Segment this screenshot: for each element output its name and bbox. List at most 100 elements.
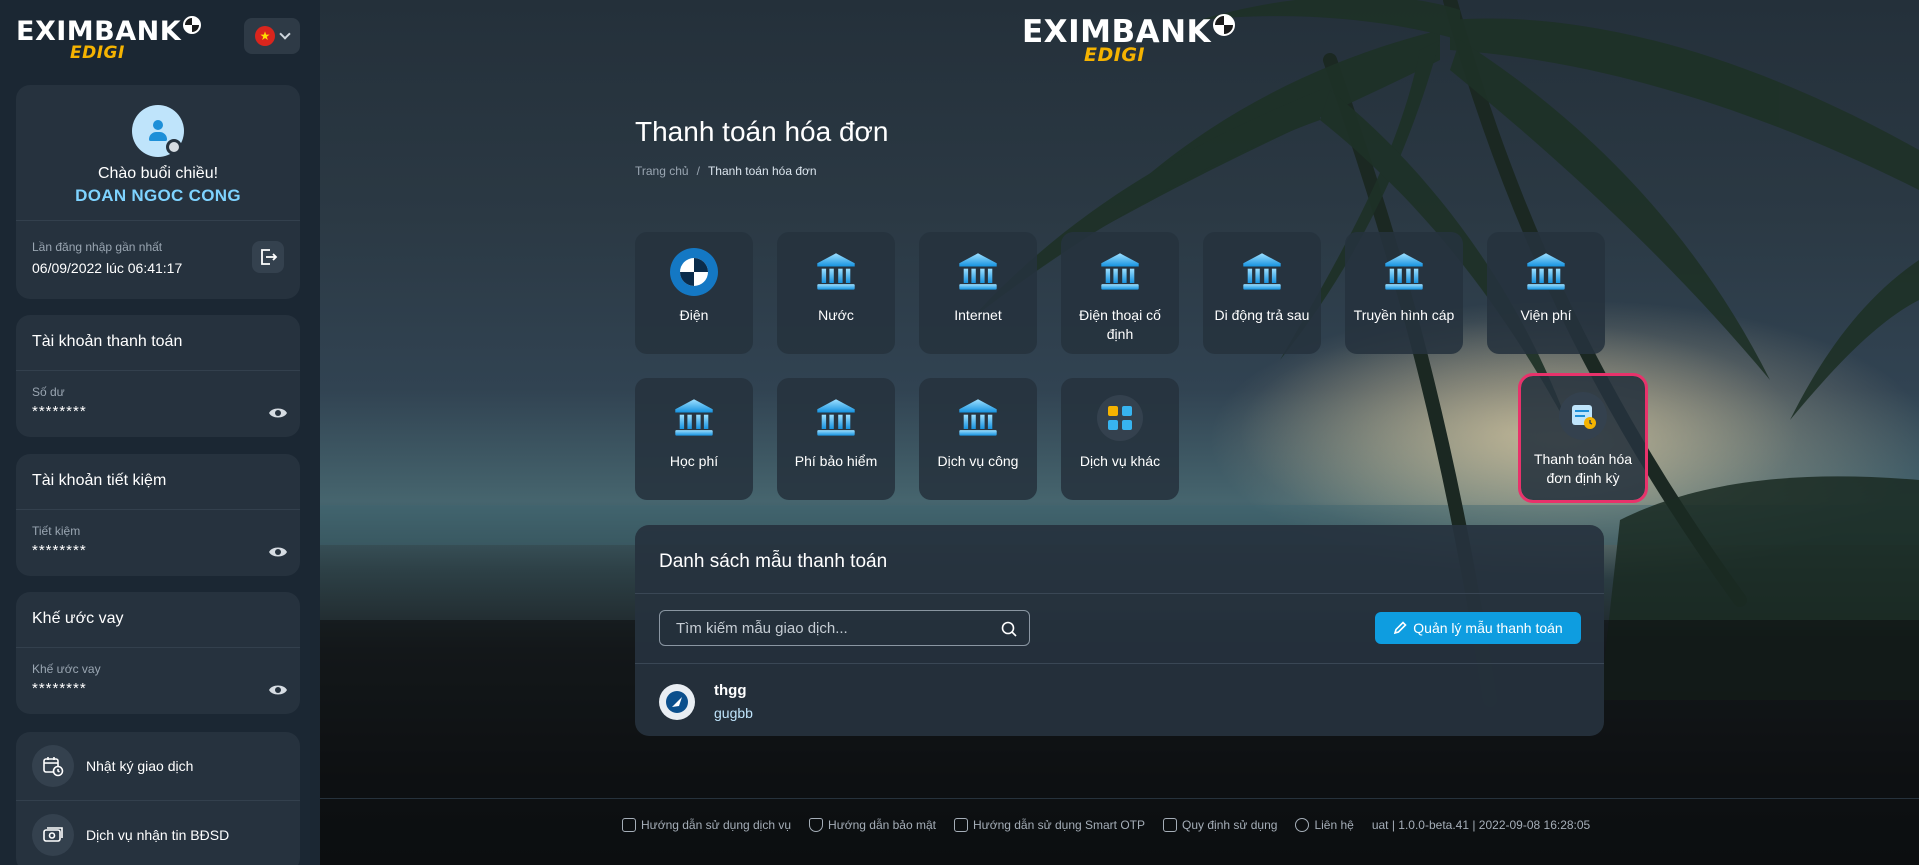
service-tile-tuition[interactable]: Học phí <box>635 378 753 500</box>
username: DOAN NGOC CONG <box>75 186 241 205</box>
eye-icon[interactable] <box>268 683 288 697</box>
menu-item-transaction-history[interactable]: Nhật ký giao dịch <box>16 732 300 800</box>
service-tile-other[interactable]: Dịch vụ khác <box>1061 378 1179 500</box>
breadcrumb: Trang chủ / Thanh toán hóa đơn <box>635 164 817 178</box>
bank-icon <box>1380 248 1428 296</box>
tile-label: Điện thoại cố định <box>1079 307 1161 342</box>
breadcrumb-home[interactable]: Trang chủ <box>635 164 689 178</box>
savings-account-card[interactable]: Tài khoản tiết kiệm Tiết kiệm ******** <box>16 454 300 576</box>
tile-label: Điện <box>679 307 709 323</box>
account-balance-masked: ******** <box>32 403 87 420</box>
breadcrumb-separator: / <box>696 164 700 178</box>
sidebar-menu: Nhật ký giao dịch Dịch vụ nhận tin BĐSD <box>16 732 300 865</box>
template-name: thgg <box>714 682 747 699</box>
search-icon[interactable] <box>1001 621 1017 637</box>
account-balance-masked: ******** <box>32 680 87 697</box>
document-icon <box>1163 818 1178 832</box>
money-icon <box>32 814 74 856</box>
scheduled-bill-icon <box>1559 392 1607 440</box>
eximbank-logo-icon <box>670 248 718 296</box>
avatar-badge-icon <box>166 139 182 155</box>
logout-button[interactable] <box>252 241 284 273</box>
chevron-down-icon <box>279 28 291 40</box>
phone-icon <box>954 818 968 832</box>
breadcrumb-current: Thanh toán hóa đơn <box>707 164 817 178</box>
template-sub: gugbb <box>714 705 753 721</box>
brand-ball-icon <box>183 16 202 34</box>
bank-icon <box>954 248 1002 296</box>
service-tile-cable-tv[interactable]: Truyền hình cáp <box>1345 232 1463 354</box>
main-content: EXIMBANK EDIGI Thanh toán hóa đơn Trang … <box>320 0 1919 865</box>
service-tile-scheduled-bill[interactable]: Thanh toán hóa đơn định kỳ <box>1518 373 1648 503</box>
account-balance-masked: ******** <box>32 542 87 559</box>
menu-item-balance-notification[interactable]: Dịch vụ nhận tin BĐSD <box>16 801 300 865</box>
top-brand-logo[interactable]: EXIMBANK EDIGI <box>1022 14 1236 65</box>
tile-label: Viện phí <box>1520 307 1572 323</box>
greeting: Chào buổi chiều! <box>97 165 219 182</box>
tile-label: Dịch vụ khác <box>1079 453 1161 469</box>
tile-label: Học phí <box>669 453 719 469</box>
loan-contract-card[interactable]: Khế ước vay Khế ước vay ******** <box>16 592 300 714</box>
bank-icon <box>954 394 1002 442</box>
last-login-label: Lần đăng nhập gần nhất <box>32 240 163 254</box>
account-sub-label: Tiết kiệm <box>32 524 81 538</box>
logout-icon <box>261 249 278 265</box>
bank-icon <box>812 248 860 296</box>
manage-templates-label: Quản lý mẫu thanh toán <box>1413 620 1563 636</box>
service-tile-insurance[interactable]: Phí bảo hiểm <box>777 378 895 500</box>
language-selector[interactable]: ★ <box>244 18 300 54</box>
footer-link-security-guide[interactable]: Hướng dẫn bảo mật <box>809 818 936 832</box>
account-sub-label: Số dư <box>32 385 65 399</box>
service-tile-public-service[interactable]: Dịch vụ công <box>919 378 1037 500</box>
calendar-clock-icon <box>32 745 74 787</box>
bank-icon <box>1522 248 1570 296</box>
brand-name: EXIMBANK <box>16 16 182 47</box>
tile-label: Di động trả sau <box>1214 307 1310 323</box>
brand-ball-icon <box>1213 14 1236 36</box>
pencil-icon <box>1394 621 1407 635</box>
sidebar: EXIMBANK EDIGI ★ Chào buổi chiều! DOAN N… <box>0 0 320 865</box>
panel-title: Danh sách mẫu thanh toán <box>659 551 888 572</box>
tile-label: Phí bảo hiểm <box>794 453 878 469</box>
footer-link-contact[interactable]: Liên hệ <box>1295 818 1354 832</box>
account-title: Tài khoản tiết kiệm <box>32 472 167 489</box>
eye-icon[interactable] <box>268 545 288 559</box>
chat-icon <box>1295 818 1310 832</box>
brand-logo[interactable]: EXIMBANK EDIGI <box>16 16 202 62</box>
account-sub-label: Khế ước vay <box>32 662 101 676</box>
service-tile-electricity[interactable]: Điện <box>635 232 753 354</box>
template-row[interactable]: thgg gugbb <box>659 678 1559 724</box>
service-tile-landline[interactable]: Điện thoại cố định <box>1061 232 1179 354</box>
service-tile-internet[interactable]: Internet <box>919 232 1037 354</box>
bank-icon <box>670 394 718 442</box>
account-title: Khế ước vay <box>32 610 124 627</box>
vietnam-flag-icon: ★ <box>255 26 275 46</box>
last-login-value: 06/09/2022 lúc 06:41:17 <box>32 260 183 276</box>
tile-label: Internet <box>954 307 1002 323</box>
footer-link-terms[interactable]: Quy định sử dụng <box>1163 818 1277 832</box>
service-tile-postpaid-mobile[interactable]: Di động trả sau <box>1203 232 1321 354</box>
account-title: Tài khoản thanh toán <box>32 333 183 350</box>
app-version: uat | 1.0.0-beta.41 | 2022-09-08 16:28:0… <box>1371 818 1591 832</box>
manage-templates-button[interactable]: Quản lý mẫu thanh toán <box>1375 612 1581 644</box>
service-tile-water[interactable]: Nước <box>777 232 895 354</box>
tile-label: Thanh toán hóa đơn định kỳ <box>1533 451 1633 486</box>
template-search <box>659 610 1030 646</box>
apps-grid-icon <box>1096 394 1144 442</box>
payment-templates-panel: Danh sách mẫu thanh toán Quản lý mẫu tha… <box>635 525 1604 736</box>
template-search-input[interactable] <box>660 611 1029 645</box>
payment-account-card[interactable]: Tài khoản thanh toán Số dư ******** <box>16 315 300 437</box>
template-logo-icon <box>659 684 695 720</box>
bank-icon <box>1096 248 1144 296</box>
tile-label: Dịch vụ công <box>937 453 1019 469</box>
page-title: Thanh toán hóa đơn <box>635 116 889 147</box>
service-tile-hospital-fee[interactable]: Viện phí <box>1487 232 1605 354</box>
footer-link-smart-otp-guide[interactable]: Hướng dẫn sử dụng Smart OTP <box>954 818 1145 832</box>
bank-icon <box>812 394 860 442</box>
bank-icon <box>1238 248 1286 296</box>
book-icon <box>622 818 636 832</box>
footer-link-service-guide[interactable]: Hướng dẫn sử dụng dịch vụ <box>622 818 791 832</box>
eye-icon[interactable] <box>268 406 288 420</box>
profile-card: Chào buổi chiều! DOAN NGOC CONG Lần đăng… <box>16 85 300 299</box>
shield-icon <box>809 818 824 832</box>
